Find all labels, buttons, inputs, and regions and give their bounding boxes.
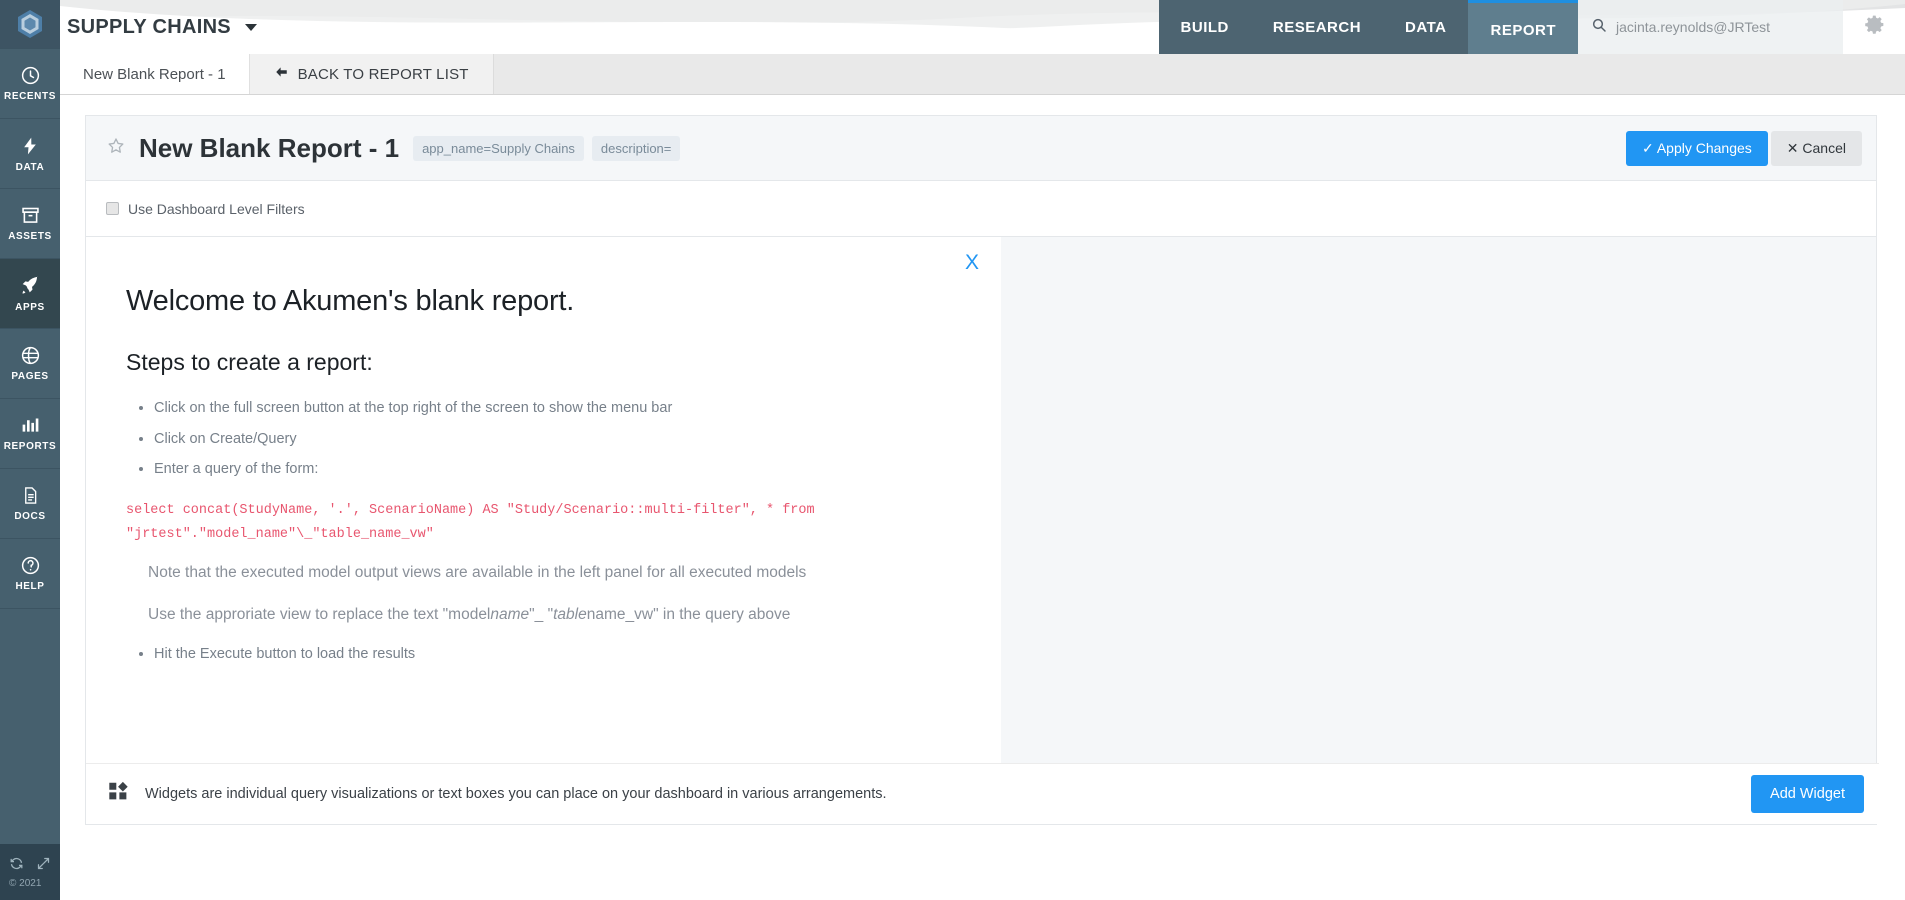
top-header: SUPPLY CHAINS BUILD RESEARCH DATA REPORT… <box>60 0 1905 54</box>
report-header: New Blank Report - 1 app_name=Supply Cha… <box>85 115 1877 181</box>
list-item: Click on Create/Query <box>154 424 961 455</box>
use-dashboard-level-filters-label[interactable]: Use Dashboard Level Filters <box>128 201 305 217</box>
apply-changes-label: Apply Changes <box>1656 139 1752 156</box>
report-header-actions: ✓ Apply Changes ✕ Cancel <box>1625 130 1862 166</box>
sidebar-item-label: RECENTS <box>4 91 56 102</box>
question-circle-icon <box>20 555 41 576</box>
app-name-label: SUPPLY CHAINS <box>67 15 231 38</box>
sidebar-item-data[interactable]: DATA <box>0 118 60 188</box>
cancel-label: Cancel <box>1802 139 1846 156</box>
sidebar-item-label: ASSETS <box>8 231 52 242</box>
sidebar-item-label: DOCS <box>14 511 46 522</box>
note-block: Note that the executed model output view… <box>126 561 961 627</box>
app-switcher[interactable]: SUPPLY CHAINS <box>60 0 257 54</box>
steps-heading: Steps to create a report: <box>126 349 373 375</box>
note-suffix: name_vw" in the query above <box>586 606 791 624</box>
sidebar-item-recents[interactable]: RECENTS <box>0 48 60 118</box>
app-logo[interactable] <box>0 0 60 48</box>
close-icon[interactable]: X <box>965 252 979 273</box>
sidebar-item-assets[interactable]: ASSETS <box>0 188 60 258</box>
query-code-block: select concat(StudyName, '.', ScenarioNa… <box>126 499 961 547</box>
back-to-report-list-button[interactable]: BACK TO REPORT LIST <box>248 54 494 94</box>
report-canvas: X Welcome to Akumen's blank report. Step… <box>85 237 1879 825</box>
badge-description: description= <box>591 135 681 161</box>
dashboard-filters-row: Use Dashboard Level Filters <box>85 181 1877 237</box>
globe-icon <box>20 345 41 366</box>
nav-tab-build[interactable]: BUILD <box>1158 0 1251 54</box>
list-item: Hit the Execute button to load the resul… <box>154 646 961 662</box>
apply-changes-button[interactable]: ✓ Apply Changes <box>1625 130 1768 166</box>
sidebar-item-label: DATA <box>15 161 45 173</box>
tab-new-blank-report[interactable]: New Blank Report - 1 <box>60 54 249 94</box>
sidebar-item-docs[interactable]: DOCS <box>0 468 60 538</box>
nav-tab-data[interactable]: DATA <box>1383 0 1469 54</box>
expand-icon[interactable] <box>36 856 51 876</box>
note-em-2: table <box>553 606 587 624</box>
list-item: Enter a query of the form: <box>154 454 961 485</box>
widget-bar-text: Widgets are individual query visualizati… <box>145 786 887 802</box>
note-em-1: name <box>490 606 530 624</box>
document-icon <box>21 485 40 506</box>
tab-strip: New Blank Report - 1 BACK TO REPORT LIST <box>60 54 1905 95</box>
welcome-card: X Welcome to Akumen's blank report. Step… <box>86 237 1001 777</box>
list-item: Click on the full screen button at the t… <box>154 393 961 424</box>
check-icon: ✓ <box>1641 139 1654 156</box>
cancel-button[interactable]: ✕ Cancel <box>1770 130 1862 166</box>
add-widget-button[interactable]: Add Widget <box>1751 775 1864 813</box>
nav-tab-research[interactable]: RESEARCH <box>1250 0 1384 54</box>
code-line: "jrtest"."model_name"\_"table_name_vw" <box>126 527 434 543</box>
refresh-icon[interactable] <box>9 856 24 876</box>
bolt-icon <box>20 135 40 157</box>
bar-chart-icon <box>20 415 41 436</box>
sidebar-item-pages[interactable]: PAGES <box>0 328 60 398</box>
sidebar-item-help[interactable]: HELP <box>0 538 60 608</box>
note-mid: "_ " <box>529 606 554 624</box>
page-body: New Blank Report - 1 app_name=Supply Cha… <box>60 95 1905 900</box>
akumen-hexagon-logo-icon <box>18 10 42 38</box>
page-title: New Blank Report - 1 <box>139 132 400 163</box>
gear-icon <box>1862 12 1887 42</box>
sidebar-item-label: REPORTS <box>3 441 57 452</box>
clock-icon <box>20 65 41 86</box>
welcome-heading: Welcome to Akumen's blank report. <box>126 285 575 317</box>
main-nav: BUILD RESEARCH DATA REPORT jacinta.reyno… <box>1158 0 1905 54</box>
settings-button[interactable] <box>1843 0 1905 54</box>
search-icon <box>1591 17 1607 38</box>
sidebar-item-apps[interactable]: APPS <box>0 258 60 328</box>
left-rail: RECENTS DATA ASSETS APPS PAGES REPORTS D… <box>0 0 60 900</box>
sidebar-item-reports[interactable]: REPORTS <box>0 398 60 468</box>
archive-icon <box>20 205 41 226</box>
rail-footer: © 2021 <box>0 844 60 900</box>
note-paragraph-2: Use the approriate view to replace the t… <box>148 603 961 626</box>
sidebar-item-label: HELP <box>15 581 45 592</box>
arrow-left-icon <box>274 65 289 83</box>
rail-spacer <box>0 608 60 844</box>
rocket-icon <box>19 275 41 297</box>
note-prefix: Use the approriate view to replace the t… <box>148 606 491 624</box>
sidebar-item-label: APPS <box>15 301 45 313</box>
code-line: select concat(StudyName, '.', ScenarioNa… <box>126 503 815 519</box>
search-input[interactable]: jacinta.reynolds@JRTest <box>1578 0 1843 54</box>
widget-bar: Widgets are individual query visualizati… <box>86 763 1879 824</box>
nav-tab-report[interactable]: REPORT <box>1468 0 1578 54</box>
copyright-text: © 2021 <box>9 877 42 889</box>
badge-app-name: app_name=Supply Chains <box>413 135 584 161</box>
use-dashboard-level-filters-checkbox[interactable] <box>106 202 119 215</box>
back-button-label: BACK TO REPORT LIST <box>297 65 469 83</box>
steps-list: Click on the full screen button at the t… <box>126 393 961 485</box>
search-value: jacinta.reynolds@JRTest <box>1616 19 1771 35</box>
favorite-star-icon[interactable] <box>106 136 126 161</box>
final-steps-list: Hit the Execute button to load the resul… <box>126 646 961 662</box>
dashboard-widgets-icon <box>108 781 129 807</box>
sidebar-item-label: PAGES <box>11 371 49 382</box>
times-icon: ✕ <box>1786 139 1799 156</box>
chevron-down-icon <box>244 23 257 31</box>
note-paragraph-1: Note that the executed model output view… <box>148 564 807 582</box>
